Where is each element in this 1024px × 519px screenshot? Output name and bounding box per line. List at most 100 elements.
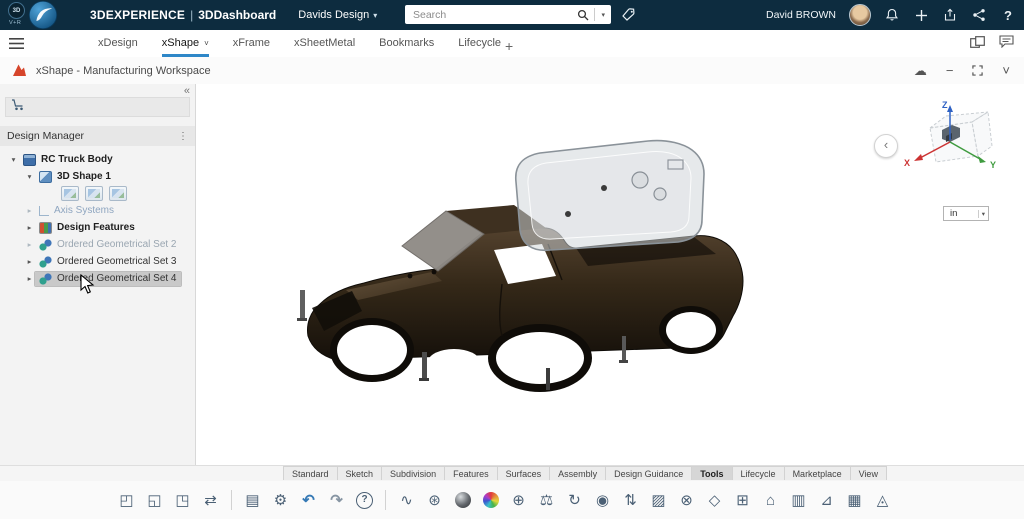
ribbon-tab-label: Features: [453, 469, 489, 479]
undo-icon[interactable]: ↶: [296, 488, 321, 513]
tab-xdesign[interactable]: xDesign: [98, 30, 138, 57]
menu-tab-label: xShape: [162, 37, 199, 49]
home-view-icon[interactable]: ⌂: [758, 488, 783, 513]
top-bar: 3D V+R 3DEXPERIENCE | 3DDashboard Davids…: [0, 0, 1024, 30]
add-content-icon[interactable]: [913, 7, 929, 23]
section-view-icon[interactable]: ▨: [646, 488, 671, 513]
tab-tools[interactable]: Tools: [692, 466, 732, 480]
save-all-icon[interactable]: ⇄: [198, 488, 223, 513]
state-icon-1[interactable]: [61, 186, 79, 201]
3dexperience-logo[interactable]: 3D V+R: [4, 0, 88, 30]
ribbon-tab-label: Marketplace: [793, 469, 842, 479]
tab-sketch[interactable]: Sketch: [338, 466, 383, 480]
collapse-panel-chevron-icon[interactable]: ˅: [1002, 63, 1010, 78]
expander-icon[interactable]: ▾: [8, 155, 19, 164]
measure-balance-icon[interactable]: ⚖: [534, 488, 559, 513]
tab-design-guidance[interactable]: Design Guidance: [606, 466, 692, 480]
tab-features[interactable]: Features: [445, 466, 498, 480]
layout-toggle-icon[interactable]: [970, 35, 985, 53]
search-input[interactable]: [405, 9, 576, 21]
assembly-design-icon[interactable]: ⊞: [730, 488, 755, 513]
tab-lifecycle[interactable]: Lifecycle: [458, 30, 501, 57]
user-name[interactable]: David BROWN: [766, 9, 836, 21]
search-options-caret-icon[interactable]: ▾: [599, 11, 611, 19]
avatar[interactable]: [849, 4, 871, 26]
view-compass[interactable]: Z X Y: [902, 98, 1000, 192]
3d-play-badge-icon: 3D: [8, 2, 25, 19]
tab-view[interactable]: View: [851, 466, 887, 480]
tab-bookmarks[interactable]: Bookmarks: [379, 30, 434, 57]
rotate-view-icon[interactable]: ↻: [562, 488, 587, 513]
export-icon[interactable]: ▤: [240, 488, 265, 513]
tab-lifecycle-bottom[interactable]: Lifecycle: [733, 466, 785, 480]
expander-icon[interactable]: ▸: [24, 240, 35, 249]
tab-xframe[interactable]: xFrame: [233, 30, 270, 57]
fullscreen-icon[interactable]: [972, 65, 983, 76]
tab-marketplace[interactable]: Marketplace: [785, 466, 851, 480]
state-icon-2[interactable]: [85, 186, 103, 201]
tree-item-ordered-geometrical-set-2[interactable]: ▸ Ordered Geometrical Set 2: [0, 236, 195, 253]
import-content-icon[interactable]: ◰: [114, 488, 139, 513]
hamburger-menu-icon[interactable]: [9, 37, 24, 50]
cloud-status-icon[interactable]: ☁: [914, 63, 927, 79]
zoom-fit-icon[interactable]: ⊕: [506, 488, 531, 513]
tree-item-ordered-geometrical-set-3[interactable]: ▸ Ordered Geometrical Set 3: [0, 253, 195, 270]
tab-xsheetmetal[interactable]: xSheetMetal: [294, 30, 355, 57]
dashboard-selector[interactable]: Davids Design ▾: [298, 9, 377, 21]
vr-label: V+R: [9, 20, 21, 26]
measure-item-icon[interactable]: ⊿: [814, 488, 839, 513]
panel-expand-chevron-button[interactable]: ‹: [874, 134, 898, 158]
redo-icon[interactable]: ↷: [324, 488, 349, 513]
help-icon[interactable]: ?: [1000, 7, 1016, 23]
tab-xshape[interactable]: xShape: [162, 30, 209, 57]
add-app-tab-button[interactable]: +: [505, 30, 513, 59]
notifications-bell-icon[interactable]: [884, 7, 900, 23]
tab-assembly[interactable]: Assembly: [550, 466, 606, 480]
state-icon-3[interactable]: [109, 186, 127, 201]
expander-icon[interactable]: ▸: [24, 206, 35, 215]
tag-icon[interactable]: [621, 7, 637, 23]
render-style-icon[interactable]: [450, 488, 475, 513]
catalog-icon[interactable]: ▥: [786, 488, 811, 513]
tab-subdivision[interactable]: Subdivision: [382, 466, 445, 480]
help-icon[interactable]: ?: [352, 488, 377, 513]
share-network-icon[interactable]: [971, 7, 987, 23]
minimize-icon[interactable]: −: [946, 63, 954, 78]
new-3d-part-icon[interactable]: ◱: [142, 488, 167, 513]
kebab-menu-icon[interactable]: ⋮: [178, 131, 188, 142]
color-chooser-icon[interactable]: [478, 488, 503, 513]
tree-item-rc-truck-body[interactable]: ▾ RC Truck Body: [0, 151, 195, 168]
tree-item-label: Ordered Geometrical Set 2: [57, 239, 177, 250]
search-divider: [594, 8, 595, 21]
settings-icon[interactable]: ⚙: [268, 488, 293, 513]
tab-standard[interactable]: Standard: [283, 466, 338, 480]
align-view-icon[interactable]: ⇅: [618, 488, 643, 513]
comments-icon[interactable]: [999, 35, 1014, 53]
expander-icon[interactable]: ▸: [24, 257, 35, 266]
screenshot-icon[interactable]: ◉: [590, 488, 615, 513]
tree-item-design-features[interactable]: ▸ Design Features: [0, 219, 195, 236]
constraint-icon[interactable]: ⊗: [674, 488, 699, 513]
cart-icon[interactable]: [11, 98, 25, 116]
expander-icon[interactable]: ▸: [24, 274, 35, 283]
3d-model-truck[interactable]: [196, 84, 1024, 465]
share-icon[interactable]: [942, 7, 958, 23]
units-dropdown[interactable]: in ▾: [943, 206, 989, 221]
zoom-area-icon[interactable]: ⊛: [422, 488, 447, 513]
search-icon[interactable]: [576, 7, 590, 23]
transform-icon[interactable]: ◇: [702, 488, 727, 513]
bom-table-icon[interactable]: ▦: [842, 488, 867, 513]
tree-item-ordered-geometrical-set-4[interactable]: ▸ Ordered Geometrical Set 4: [0, 270, 195, 287]
panel-collapse-icon[interactable]: «: [184, 85, 190, 97]
tab-surfaces[interactable]: Surfaces: [498, 466, 551, 480]
weight-analysis-icon[interactable]: ◬: [870, 488, 895, 513]
expander-icon[interactable]: ▸: [24, 223, 35, 232]
tree-item-icon: [39, 273, 52, 285]
expander-icon[interactable]: ▾: [24, 172, 35, 181]
tree-item-shape-thumbnails[interactable]: [0, 185, 195, 202]
save-icon[interactable]: ◳: [170, 488, 195, 513]
lasso-selection-icon[interactable]: ∿: [394, 488, 419, 513]
tree-item-axis-systems[interactable]: ▸ Axis Systems: [0, 202, 195, 219]
tree-item-3d-shape-1[interactable]: ▾ 3D Shape 1: [0, 168, 195, 185]
viewport-canvas[interactable]: ‹ Z X Y in ▾: [196, 84, 1024, 465]
